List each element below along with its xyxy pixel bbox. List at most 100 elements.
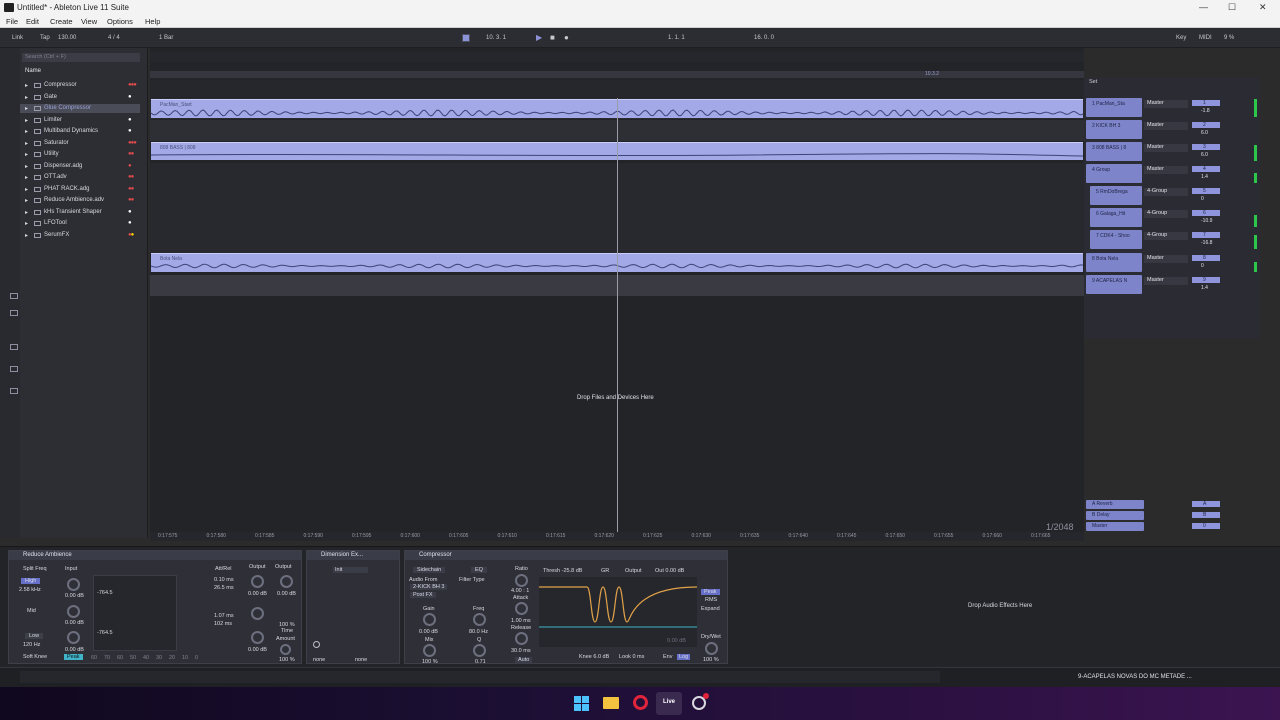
mixer-track-header[interactable]: 2 KICK BH 3 [1086,120,1142,139]
track-output-selector[interactable]: 4-Group [1144,232,1188,240]
output-high-knob[interactable] [251,575,264,588]
track-volume[interactable]: -10.9 [1201,218,1212,224]
attack-knob[interactable] [515,602,528,615]
loop-length[interactable]: 16. 0. 0 [754,35,774,41]
folder-icon[interactable] [10,310,18,316]
link-button[interactable]: Link [12,35,23,41]
track-volume[interactable]: -1.8 [1201,108,1210,114]
track-number-button[interactable]: 6 [1192,210,1220,216]
expand-arrow-icon[interactable]: ▸ [25,197,28,204]
track-output-selector[interactable]: 4-Group [1144,210,1188,218]
gain-knob[interactable] [423,613,436,626]
track-number-button[interactable]: 8 [1192,255,1220,261]
stop-button[interactable]: ■ [550,33,555,42]
expand-arrow-icon[interactable]: ▸ [25,140,28,147]
menu-create[interactable]: Create [50,17,73,26]
expand-arrow-icon[interactable]: ▸ [25,220,28,227]
close-button[interactable]: ✕ [1259,2,1267,13]
mixer-track-header[interactable]: 1 PacMan_Sta [1086,98,1142,117]
track-volume[interactable]: 0 [1201,263,1204,269]
menu-help[interactable]: Help [145,17,160,26]
dry-wet-knob[interactable] [705,642,718,655]
post-fx-selector[interactable]: Post FX [410,592,436,598]
input-mid-knob[interactable] [67,605,80,618]
freq-knob[interactable] [473,613,486,626]
record-button[interactable]: ● [564,33,569,42]
q-knob[interactable] [473,644,486,657]
track-output-selector[interactable]: Master [1144,100,1188,108]
output-master-knob[interactable] [280,575,293,588]
track-number-button[interactable]: 1 [1192,100,1220,106]
mixer-track-header[interactable]: 7 CDK4 - Shoo [1090,230,1142,249]
mixer-track-header[interactable]: 5 RmDoBrega [1090,186,1142,205]
folder-icon[interactable] [10,344,18,350]
rms-mode[interactable]: RMS [705,597,717,603]
play-button[interactable]: ▶ [536,33,542,42]
key-map-button[interactable]: Key [1176,35,1186,41]
places-icon[interactable] [10,293,18,299]
return-button[interactable]: B [1192,512,1220,518]
expand-arrow-icon[interactable]: ▸ [25,174,28,181]
track-number-button[interactable]: 5 [1192,188,1220,194]
gr-toggle[interactable]: GR [601,568,609,574]
file-explorer-icon[interactable] [603,697,619,709]
overview-bar[interactable] [150,52,1084,62]
auto-release-toggle[interactable]: Auto [515,657,533,663]
knee-value[interactable]: Knee 6.0 dB [579,654,609,660]
output-toggle[interactable]: Output [625,568,642,574]
mix-knob[interactable] [423,644,436,657]
tap-button[interactable]: Tap [40,35,50,41]
track-output-selector[interactable]: Master [1144,166,1188,174]
sidechain-toggle[interactable]: Sidechain [413,567,446,573]
macro-none-1[interactable]: none [313,657,325,663]
expand-arrow-icon[interactable]: ▸ [25,94,28,101]
track-volume[interactable]: 1.4 [1201,174,1208,180]
high-freq-value[interactable]: 2.58 kHz [19,587,41,593]
track-output-selector[interactable]: 4-Group [1144,188,1188,196]
mixer-track-header[interactable]: 6 Galaga_Hit [1090,208,1142,227]
return-track-header[interactable]: A Reverb [1086,500,1144,509]
amount-knob[interactable] [280,644,291,655]
song-position[interactable]: 10. 3. 1 [486,35,506,41]
time-signature[interactable]: 4 / 4 [108,35,120,41]
live-taskbar-button[interactable]: Live [656,692,682,715]
track-volume[interactable]: 0 [1201,196,1204,202]
track-volume[interactable]: 6.0 [1201,130,1208,136]
attack-low[interactable]: 1.07 ms [214,613,234,619]
peak-toggle[interactable]: Peak [64,654,83,660]
midi-map-button[interactable]: MIDI [1199,35,1212,41]
track-number-button[interactable]: 7 [1192,232,1220,238]
track-output-selector[interactable]: Master [1144,255,1188,263]
menu-options[interactable]: Options [107,17,133,26]
release-low[interactable]: 102 ms [214,621,232,627]
expand-mode[interactable]: Expand [701,606,720,612]
soft-knee-toggle[interactable]: Soft Knee [23,654,47,660]
output-low-knob[interactable] [251,631,264,644]
maximize-button[interactable]: ☐ [1228,2,1236,13]
time-ruler[interactable]: 0:17:575 0:17:580 0:17:585 0:17:590 0:17:595… [150,532,1084,541]
expand-arrow-icon[interactable]: ▸ [25,151,28,158]
loop-start[interactable]: 1. 1. 1 [668,35,685,41]
return-track-header[interactable]: Master [1086,522,1144,531]
high-band-button[interactable]: High [21,578,41,584]
eq-toggle[interactable]: EQ [471,567,487,573]
attack-high[interactable]: 0.10 ms [214,577,234,583]
track-output-selector[interactable]: Master [1144,122,1188,130]
quantize-menu[interactable]: 1 Bar [159,35,173,41]
arrangement-position-icon[interactable] [462,34,470,42]
expand-arrow-icon[interactable]: ▸ [25,128,28,135]
expand-arrow-icon[interactable]: ▸ [25,105,28,112]
low-band-button[interactable]: Low [25,633,44,639]
expand-arrow-icon[interactable]: ▸ [25,82,28,89]
folder-icon[interactable] [10,366,18,372]
return-button[interactable]: A [1192,501,1220,507]
output-mid-knob[interactable] [251,607,264,620]
track-number-button[interactable]: 2 [1192,122,1220,128]
track-number-button[interactable]: 9 [1192,277,1220,283]
mixer-track-header[interactable]: 4 Group [1086,164,1142,183]
menu-view[interactable]: View [81,17,97,26]
radio-icon[interactable] [313,641,320,648]
expand-arrow-icon[interactable]: ▸ [25,186,28,193]
track-volume[interactable]: -16.8 [1201,240,1212,246]
expand-arrow-icon[interactable]: ▸ [25,163,28,170]
